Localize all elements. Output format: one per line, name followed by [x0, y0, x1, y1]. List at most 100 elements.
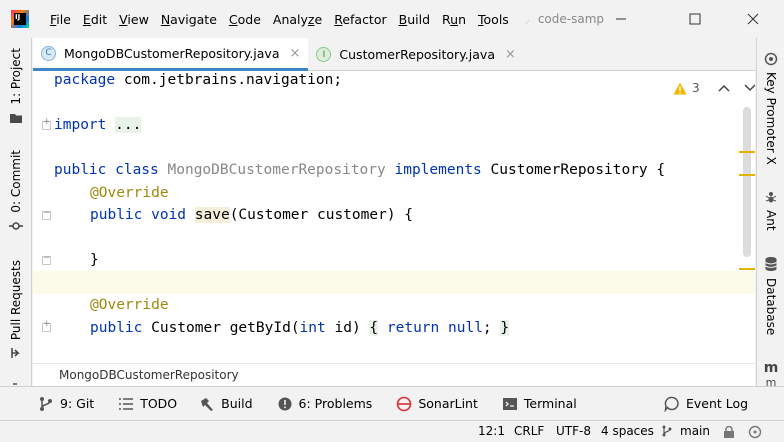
sonarlint-tool-button[interactable]: SonarLint: [396, 396, 478, 412]
left-tool-strip: 1: Project 0: Commit Pull Requests: [0, 38, 32, 386]
menu-refactor[interactable]: Refactor: [328, 12, 392, 27]
code-area[interactable]: package com.jetbrains.navigation; import…: [33, 71, 755, 363]
status-bar: 12:1 CRLF UTF-8 4 spaces main: [0, 420, 784, 442]
main-menu: File Edit View Navigate Code Analyze Refactor B…: [44, 12, 515, 27]
tab-customer-repository[interactable]: I CustomerRepository.java ×: [308, 38, 523, 71]
ant-icon: [765, 192, 777, 203]
todo-tool-button[interactable]: TODO: [118, 396, 177, 412]
memory-indicator-icon[interactable]: [748, 425, 762, 439]
ant-tab-label: Ant: [764, 210, 778, 231]
breadcrumb[interactable]: MongoDBCustomerRepository: [33, 363, 755, 386]
warning-count: 3: [692, 81, 700, 95]
editor-gutter: [33, 71, 53, 363]
file-encoding[interactable]: UTF-8: [556, 424, 591, 438]
menu-code[interactable]: Code: [223, 12, 267, 27]
todo-label: TODO: [140, 396, 178, 411]
bottom-tool-bar: 9: Git TODO Build 6: Problems SonarLint …: [0, 386, 784, 420]
title-bar: IJ File Edit View Navigate Code Analyze Refact…: [0, 0, 784, 38]
maven-icon: m: [763, 360, 779, 376]
database-tool-tab[interactable]: Database: [757, 256, 784, 335]
maximize-icon: [689, 13, 701, 25]
sonarlint-icon: [397, 396, 412, 411]
terminal-icon: [502, 397, 517, 410]
project-tab-label: 1: Project: [9, 48, 23, 105]
terminal-tool-button[interactable]: Terminal: [502, 396, 577, 412]
chevron-up-icon[interactable]: [718, 84, 730, 92]
current-line-highlight: [33, 271, 755, 294]
menu-edit[interactable]: Edit: [77, 12, 113, 27]
fold-method-icon[interactable]: [42, 208, 51, 220]
menu-build[interactable]: Build: [393, 12, 436, 27]
tab-mongodb-customer-repository[interactable]: C MongoDBCustomerRepository.java ×: [33, 38, 309, 71]
branch-name: main: [680, 424, 710, 438]
caret-position[interactable]: 12:1: [478, 424, 505, 438]
git-tool-button[interactable]: 9: Git: [38, 396, 94, 412]
close-window-button[interactable]: [730, 0, 776, 38]
key-promoter-tool-tab[interactable]: Key Promoter X: [757, 52, 784, 165]
code-line-override-2: @Override: [90, 297, 169, 313]
menu-analyze[interactable]: Analyze: [267, 12, 328, 27]
minimize-button[interactable]: [598, 0, 644, 38]
code-editor[interactable]: package com.jetbrains.navigation; import…: [33, 71, 755, 363]
fold-getbyid-icon[interactable]: [42, 319, 51, 332]
inspection-widget[interactable]: 3: [673, 81, 755, 95]
code-line-package: package com.jetbrains.navigation;: [54, 72, 343, 88]
menu-file[interactable]: File: [44, 12, 77, 27]
git-icon: [40, 396, 52, 411]
commit-tool-tab[interactable]: 0: Commit: [0, 150, 32, 233]
git-branch-widget[interactable]: main: [661, 424, 710, 438]
editor-scrollbar[interactable]: [743, 107, 751, 257]
warning-stripe-mark[interactable]: [739, 268, 755, 270]
menu-view[interactable]: View: [113, 12, 155, 27]
close-tab-icon[interactable]: ×: [505, 47, 516, 62]
build-tool-button[interactable]: Build: [199, 396, 253, 412]
database-tab-label: Database: [764, 278, 778, 336]
breadcrumb-item[interactable]: MongoDBCustomerRepository: [59, 368, 239, 382]
indent-setting[interactable]: 4 spaces: [601, 424, 654, 438]
logo-text: IJ: [15, 13, 21, 21]
todo-icon: [119, 397, 134, 410]
folded-imports[interactable]: ...: [115, 117, 142, 133]
folder-icon: [10, 113, 22, 123]
event-log-label: Event Log: [686, 396, 749, 411]
right-tool-strip: Key Promoter X Ant Database m m: [756, 38, 784, 389]
fold-imports-icon[interactable]: [42, 117, 51, 130]
interface-file-icon: I: [316, 47, 332, 62]
database-icon: [765, 257, 777, 271]
project-tool-tab[interactable]: 1: Project: [0, 48, 32, 125]
branch-icon: [662, 425, 672, 437]
git-label: 9: Git: [60, 396, 95, 411]
fold-method-end-icon[interactable]: [42, 253, 51, 265]
problems-label: 6: Problems: [298, 396, 373, 411]
maximize-button[interactable]: [672, 0, 718, 38]
chevron-down-icon[interactable]: [744, 84, 755, 92]
warning-stripe-mark[interactable]: [739, 151, 755, 153]
problems-icon: [278, 397, 292, 410]
strip-marker: [13, 383, 17, 385]
class-file-icon: C: [41, 45, 56, 61]
pull-requests-tool-tab[interactable]: Pull Requests: [0, 260, 32, 360]
line-separator[interactable]: CRLF: [514, 424, 544, 438]
project-title: code-sample: [537, 12, 604, 26]
maven-tool-tab[interactable]: m m: [757, 360, 784, 389]
terminal-label: Terminal: [523, 396, 577, 411]
code-line-override-1: @Override: [90, 185, 169, 201]
menu-navigate[interactable]: Navigate: [155, 12, 223, 27]
key-promoter-icon: [764, 52, 778, 66]
event-log-tool-button[interactable]: Event Log: [664, 396, 748, 412]
lock-icon[interactable]: [722, 426, 736, 438]
commit-tab-label: 0: Commit: [9, 150, 23, 213]
code-line-class: public class MongoDBCustomerRepository i…: [54, 162, 666, 178]
close-tab-icon[interactable]: ×: [290, 46, 301, 61]
warning-stripe-mark[interactable]: [739, 174, 755, 176]
code-line-import: import ...: [54, 117, 142, 133]
event-log-icon: [664, 396, 679, 412]
menu-tools[interactable]: Tools: [472, 12, 515, 27]
pull-request-icon: [11, 348, 20, 359]
ant-tool-tab[interactable]: Ant: [757, 190, 784, 231]
intellij-logo-icon: IJ: [11, 10, 29, 28]
problems-tool-button[interactable]: 6: Problems: [277, 396, 373, 412]
pull-requests-tab-label: Pull Requests: [9, 260, 23, 341]
minimize-icon: [616, 18, 626, 20]
menu-run[interactable]: Run: [436, 12, 472, 27]
